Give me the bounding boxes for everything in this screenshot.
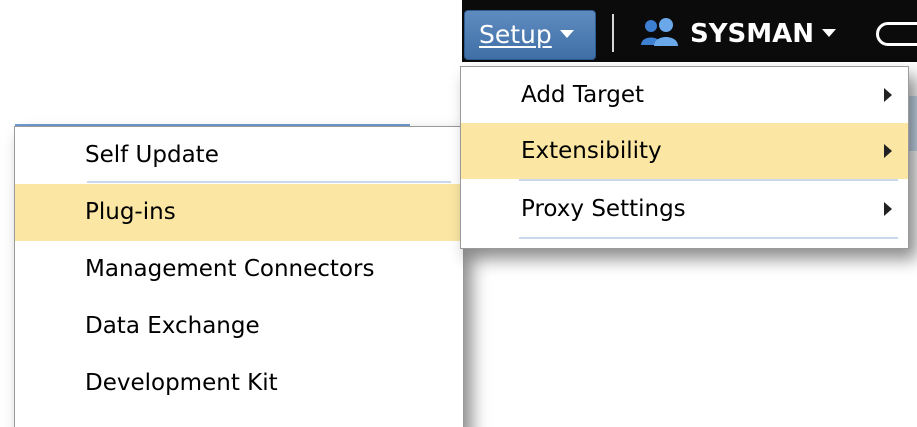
menu-item-development-kit[interactable]: Development Kit <box>15 355 463 412</box>
user-name-label: SYSMAN <box>690 19 815 49</box>
menu-item-label: Development Kit <box>85 370 278 396</box>
header-separator <box>612 14 614 52</box>
menu-item-label: Extensibility <box>521 138 662 164</box>
users-icon <box>641 17 678 46</box>
extensibility-submenu: Self Update Plug-ins Management Connecto… <box>14 126 464 427</box>
menu-item-label: Plug-ins <box>85 199 176 225</box>
screen: Setup SYSMAN Self Update Plug-ins Manage… <box>0 0 917 427</box>
chevron-down-icon <box>822 28 837 37</box>
menu-item-label: Self Update <box>85 142 219 168</box>
setup-menu-button[interactable]: Setup <box>464 10 596 60</box>
menu-item-label: Add Target <box>521 82 644 108</box>
menu-item-label: Data Exchange <box>85 313 260 339</box>
menu-item-plug-ins[interactable]: Plug-ins <box>15 184 463 241</box>
submenu-arrow-icon <box>884 202 892 216</box>
menu-item-data-exchange[interactable]: Data Exchange <box>15 298 463 355</box>
menu-item-label: Management Connectors <box>85 256 375 282</box>
submenu-arrow-icon <box>884 144 892 158</box>
menu-item-self-update[interactable]: Self Update <box>15 127 463 184</box>
menu-item-add-target[interactable]: Add Target <box>461 67 908 123</box>
menu-item-label: Proxy Settings <box>521 196 686 222</box>
menu-item-proxy-settings[interactable]: Proxy Settings <box>461 181 908 237</box>
user-menu-button[interactable]: SYSMAN <box>640 10 837 58</box>
menu-divider <box>519 237 898 239</box>
menu-item-management-connectors[interactable]: Management Connectors <box>15 241 463 298</box>
setup-dropdown-menu: Add Target Extensibility Proxy Settings <box>460 66 909 249</box>
setup-button-label: Setup <box>479 20 552 49</box>
menu-item-extensibility[interactable]: Extensibility <box>461 123 908 179</box>
chevron-down-icon <box>559 30 574 38</box>
search-field[interactable] <box>876 22 917 46</box>
submenu-arrow-icon <box>884 88 892 102</box>
